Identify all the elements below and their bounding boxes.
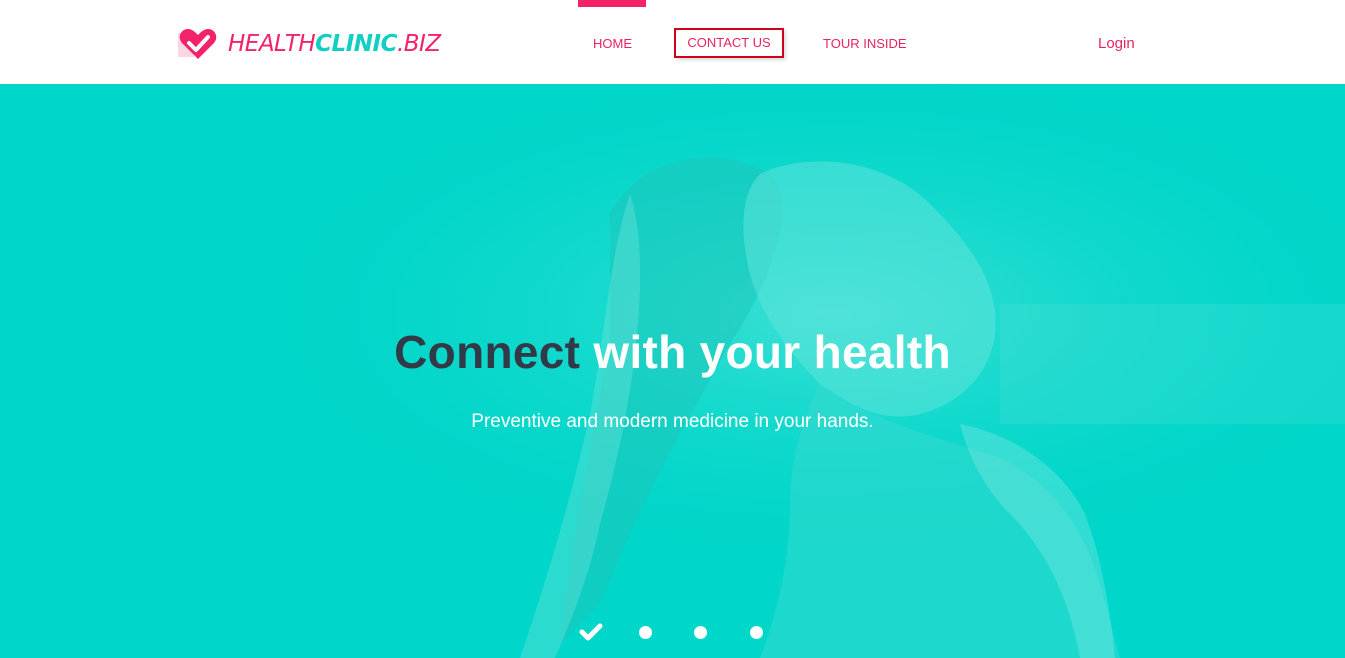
login-link[interactable]: Login — [1098, 35, 1135, 53]
logo-text-health: HEALTH — [228, 30, 316, 57]
logo-text-biz: .BIZ — [396, 30, 441, 57]
site-logo[interactable]: HEALTHCLINIC.BIZ — [178, 26, 441, 62]
hero-headline: Connect with your health — [0, 324, 1345, 380]
carousel-dot-3[interactable] — [694, 626, 707, 639]
site-header: HEALTHCLINIC.BIZ HOME CONTACT US TOUR IN… — [0, 0, 1345, 84]
nav-contact-us[interactable]: CONTACT US — [674, 28, 784, 58]
nav-home[interactable]: HOME — [593, 36, 632, 52]
headline-light-part: with your health — [593, 326, 951, 378]
nav-tour-inside[interactable]: TOUR INSIDE — [823, 36, 907, 52]
check-icon[interactable] — [579, 622, 603, 642]
nav-active-indicator — [578, 0, 646, 7]
heart-check-icon — [178, 29, 217, 59]
logo-text-clinic: CLINIC — [315, 30, 397, 57]
hero-subtitle: Preventive and modern medicine in your h… — [471, 411, 874, 432]
carousel-indicators — [0, 622, 1345, 642]
carousel-dot-4[interactable] — [750, 626, 763, 639]
carousel-dot-2[interactable] — [639, 626, 652, 639]
hero-banner: Connect with your health Preventive and … — [0, 84, 1345, 658]
headline-dark-part: Connect — [394, 326, 581, 378]
logo-wordmark: HEALTHCLINIC.BIZ — [228, 30, 441, 57]
